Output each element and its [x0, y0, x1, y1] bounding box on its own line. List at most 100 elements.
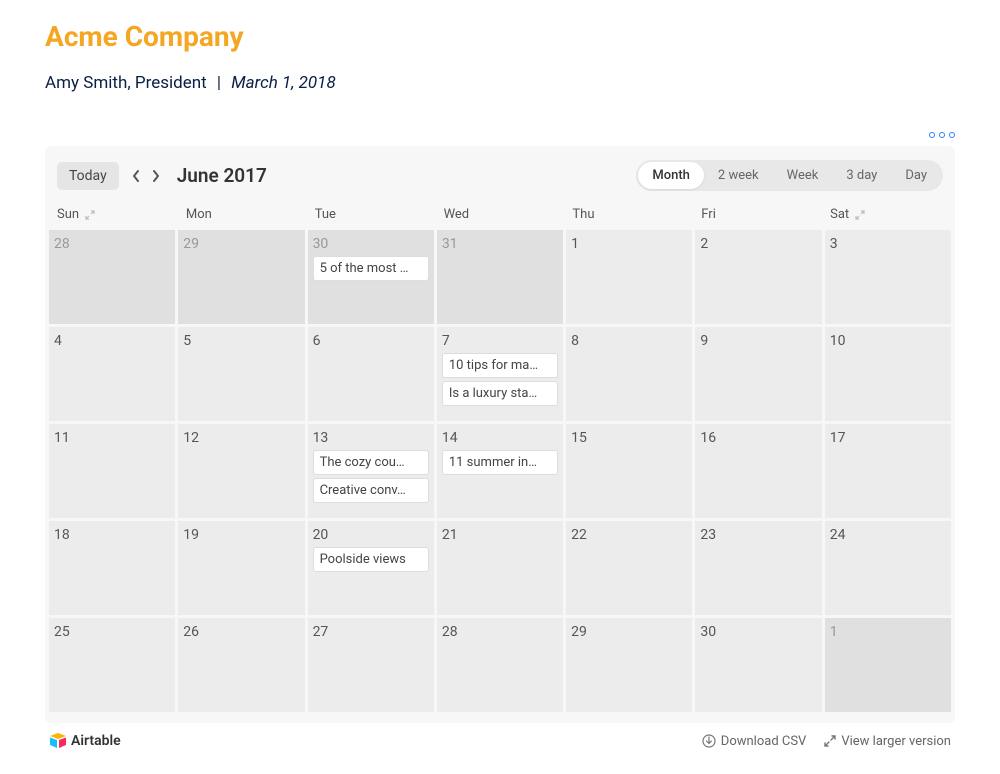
chevron-left-icon	[131, 169, 141, 183]
view-larger-link[interactable]: View larger version	[824, 734, 951, 749]
day-header-mon: Mon	[178, 201, 307, 230]
page-subtitle: Amy Smith, President | March 1, 2018	[45, 73, 955, 93]
day-number: 11	[54, 430, 170, 446]
day-cell[interactable]: 17	[825, 424, 951, 518]
day-cell[interactable]: 27	[308, 618, 434, 712]
expand-icon	[85, 210, 95, 220]
day-cell[interactable]: 20 Poolside views	[308, 521, 434, 615]
day-cell[interactable]: 11	[49, 424, 175, 518]
airtable-logo[interactable]: Airtable	[49, 733, 121, 749]
day-cell[interactable]: 22	[566, 521, 692, 615]
day-cell[interactable]: 6	[308, 327, 434, 421]
day-number: 24	[830, 527, 946, 543]
chevron-right-icon	[151, 169, 161, 183]
day-cell[interactable]: 16	[695, 424, 821, 518]
day-number: 2	[700, 236, 816, 252]
day-cell[interactable]: 18	[49, 521, 175, 615]
day-cell[interactable]: 19	[178, 521, 304, 615]
week-row: 18 19 20 Poolside views 21 22 23 24	[49, 521, 951, 615]
day-cell[interactable]: 28	[49, 230, 175, 324]
day-cell[interactable]: 23	[695, 521, 821, 615]
day-cell[interactable]: 1	[566, 230, 692, 324]
day-number: 20	[313, 527, 429, 543]
event-chip[interactable]: 10 tips for ma…	[442, 353, 558, 378]
day-number: 27	[313, 624, 429, 640]
day-cell[interactable]: 13 The cozy cou… Creative conv…	[308, 424, 434, 518]
view-week-button[interactable]: Week	[773, 162, 833, 189]
day-number: 26	[183, 624, 299, 640]
day-number: 6	[313, 333, 429, 349]
day-number: 22	[571, 527, 687, 543]
day-cell[interactable]: 15	[566, 424, 692, 518]
day-number: 13	[313, 430, 429, 446]
day-cell[interactable]: 25	[49, 618, 175, 712]
day-cell[interactable]: 4	[49, 327, 175, 421]
view-month-button[interactable]: Month	[638, 162, 704, 189]
day-header-wed: Wed	[436, 201, 565, 230]
expand-icon	[824, 735, 836, 747]
day-number: 1	[571, 236, 687, 252]
event-chip[interactable]: 11 summer in…	[442, 450, 558, 475]
day-header-label: Tue	[315, 207, 336, 222]
day-number: 25	[54, 624, 170, 640]
day-number: 1	[830, 624, 946, 640]
expand-icon	[855, 210, 865, 220]
day-cell[interactable]: 10	[825, 327, 951, 421]
day-number: 4	[54, 333, 170, 349]
view-switcher: Month 2 week Week 3 day Day	[636, 160, 943, 191]
prev-month-button[interactable]	[127, 165, 145, 187]
day-number: 31	[442, 236, 558, 252]
day-number: 17	[830, 430, 946, 446]
day-number: 16	[700, 430, 816, 446]
today-button[interactable]: Today	[57, 162, 119, 190]
day-header-sun: Sun	[49, 201, 178, 230]
event-chip[interactable]: Poolside views	[313, 547, 429, 572]
author-name: Amy Smith, President	[45, 73, 207, 93]
event-chip[interactable]: The cozy cou…	[313, 450, 429, 475]
day-cell[interactable]: 12	[178, 424, 304, 518]
day-cell[interactable]: 1411 summer in…	[437, 424, 563, 518]
event-chip[interactable]: 5 of the most …	[313, 256, 429, 281]
day-cell[interactable]: 21	[437, 521, 563, 615]
day-number: 15	[571, 430, 687, 446]
view-2week-button[interactable]: 2 week	[704, 162, 773, 189]
view-3day-button[interactable]: 3 day	[832, 162, 891, 189]
day-number: 8	[571, 333, 687, 349]
day-headers-row: Sun Mon Tue Wed Thu Fri Sat	[45, 201, 955, 230]
menu-dots-icon[interactable]	[929, 132, 955, 138]
day-cell[interactable]: 24	[825, 521, 951, 615]
day-header-label: Wed	[444, 207, 470, 222]
event-chip[interactable]: Creative conv…	[313, 478, 429, 503]
next-month-button[interactable]	[147, 165, 165, 187]
day-header-fri: Fri	[693, 201, 822, 230]
day-cell[interactable]: 1	[825, 618, 951, 712]
day-cell[interactable]: 9	[695, 327, 821, 421]
calendar-widget: Today June 2017 Month 2 week Week 3 day …	[45, 146, 955, 723]
download-csv-link[interactable]: Download CSV	[702, 734, 807, 749]
day-cell[interactable]: 29	[178, 230, 304, 324]
event-chip[interactable]: Is a luxury sta…	[442, 381, 558, 406]
day-number: 5	[183, 333, 299, 349]
day-header-label: Thu	[572, 207, 594, 222]
day-cell[interactable]: 305 of the most …	[308, 230, 434, 324]
day-cell[interactable]: 5	[178, 327, 304, 421]
day-cell[interactable]: 8	[566, 327, 692, 421]
week-row: 2829305 of the most … 31 123	[49, 230, 951, 324]
day-cell[interactable]: 26	[178, 618, 304, 712]
day-cell[interactable]: 28	[437, 618, 563, 712]
day-number: 19	[183, 527, 299, 543]
day-header-label: Fri	[701, 207, 716, 222]
view-day-button[interactable]: Day	[891, 162, 941, 189]
subtitle-divider: |	[217, 73, 221, 93]
day-cell[interactable]: 7 10 tips for ma… Is a luxury sta…	[437, 327, 563, 421]
day-number: 7	[442, 333, 558, 349]
day-header-sat: Sat	[822, 201, 951, 230]
download-csv-label: Download CSV	[721, 734, 807, 749]
day-number: 29	[571, 624, 687, 640]
day-cell[interactable]: 3	[825, 230, 951, 324]
day-cell[interactable]: 29	[566, 618, 692, 712]
day-cell[interactable]: 31	[437, 230, 563, 324]
day-cell[interactable]: 30	[695, 618, 821, 712]
calendar-grid: Sun Mon Tue Wed Thu Fri Sat 2829305 of t…	[45, 201, 955, 723]
day-cell[interactable]: 2	[695, 230, 821, 324]
